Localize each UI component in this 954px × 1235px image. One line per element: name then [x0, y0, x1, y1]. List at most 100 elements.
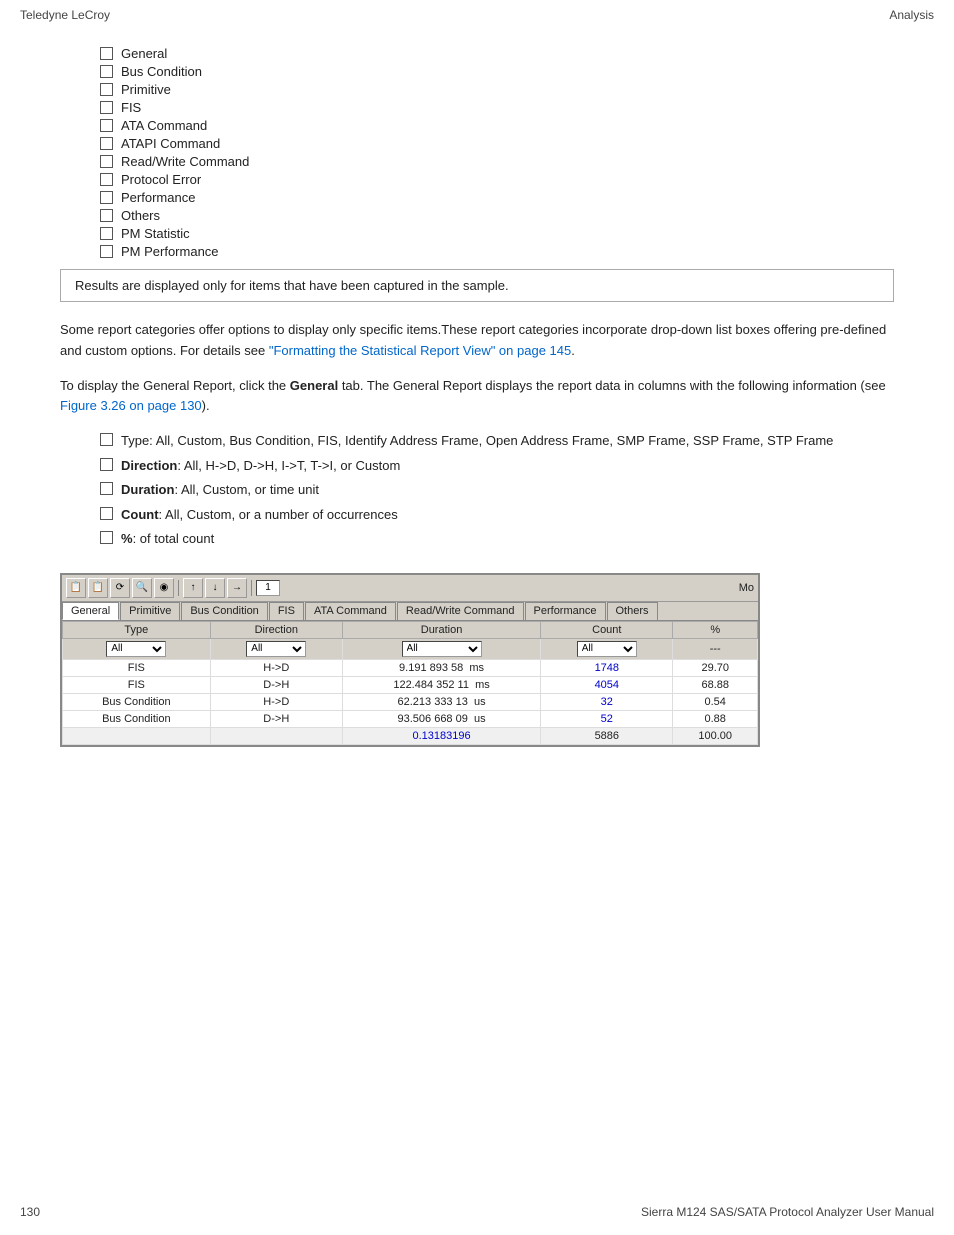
paragraph1: Some report categories offer options to …: [60, 320, 894, 362]
link-formatting[interactable]: "Formatting the Statistical Report View"…: [269, 343, 571, 358]
checkbox-icon: [100, 101, 113, 114]
col-header-direction: Direction: [210, 621, 342, 638]
checkbox-icon: [100, 83, 113, 96]
header-left: Teledyne LeCroy: [20, 8, 110, 22]
cell-type: Bus Condition: [63, 710, 211, 727]
summary-row: 0.13183196 5886 100.00: [63, 727, 758, 744]
checklist-item: Protocol Error: [100, 172, 894, 187]
cell-direction: H->D: [210, 693, 342, 710]
main-content: GeneralBus ConditionPrimitiveFISATA Comm…: [0, 26, 954, 777]
toolbar-separator: [178, 580, 179, 596]
checklist-item: Others: [100, 208, 894, 223]
checklist-item-label: FIS: [121, 100, 141, 115]
checkbox-icon: [100, 458, 113, 471]
tab-read-write-command[interactable]: Read/Write Command: [397, 602, 524, 620]
screenshot: 📋 📋 ⟳ 🔍 ◉ ↑ ↓ → Mo General Primitive Bus…: [60, 573, 760, 747]
filter-type-select[interactable]: All: [106, 641, 166, 657]
filter-count-select[interactable]: All: [577, 641, 637, 657]
toolbar-btn-target[interactable]: ◉: [154, 578, 174, 598]
bullet-list: Type: All, Custom, Bus Condition, FIS, I…: [100, 431, 894, 549]
filter-duration-select[interactable]: All: [402, 641, 482, 657]
col-header-type: Type: [63, 621, 211, 638]
cell-type: FIS: [63, 676, 211, 693]
data-table-area: Type Direction Duration Count % All: [62, 621, 758, 745]
tab-fis[interactable]: FIS: [269, 602, 304, 620]
checklist-item: General: [100, 46, 894, 61]
cell-count-summary: 5886: [541, 727, 673, 744]
col-header-pct: %: [673, 621, 758, 638]
page-header: Teledyne LeCroy Analysis: [0, 0, 954, 26]
filter-direction[interactable]: All: [210, 638, 342, 659]
cell-duration: 122.484 352 11 ms: [342, 676, 540, 693]
filter-type[interactable]: All: [63, 638, 211, 659]
cell-direction: D->H: [210, 710, 342, 727]
checklist-item-label: Bus Condition: [121, 64, 202, 79]
checklist-item-label: Primitive: [121, 82, 171, 97]
toolbar-separator2: [251, 580, 252, 596]
notice-box: Results are displayed only for items tha…: [60, 269, 894, 302]
list-item: Count: All, Custom, or a number of occur…: [100, 505, 894, 525]
checklist-item-label: PM Performance: [121, 244, 219, 259]
notice-text: Results are displayed only for items tha…: [75, 278, 509, 293]
cell-duration: 62.213 333 13 us: [342, 693, 540, 710]
list-item: %: of total count: [100, 529, 894, 549]
checkbox-icon: [100, 245, 113, 258]
cell-duration: 9.191 893 58 ms: [342, 659, 540, 676]
tab-ata-command[interactable]: ATA Command: [305, 602, 396, 620]
checklist-item: FIS: [100, 100, 894, 115]
cell-direction-summary: [210, 727, 342, 744]
list-item: Direction: All, H->D, D->H, I->T, T->I, …: [100, 456, 894, 476]
tab-others[interactable]: Others: [607, 602, 658, 620]
checkbox-icon: [100, 155, 113, 168]
toolbar-page-input[interactable]: [256, 580, 280, 596]
cell-pct-summary: 100.00: [673, 727, 758, 744]
checkbox-icon: [100, 227, 113, 240]
tab-bus-condition[interactable]: Bus Condition: [181, 602, 268, 620]
cell-duration: 93.506 668 09 us: [342, 710, 540, 727]
col-header-count: Count: [541, 621, 673, 638]
filter-pct: ---: [673, 638, 758, 659]
page-footer: 130 Sierra M124 SAS/SATA Protocol Analyz…: [0, 1199, 954, 1225]
cell-pct: 68.88: [673, 676, 758, 693]
toolbar-btn-refresh[interactable]: ⟳: [110, 578, 130, 598]
list-item: Type: All, Custom, Bus Condition, FIS, I…: [100, 431, 894, 451]
link-figure[interactable]: Figure 3.26 on page 130: [60, 398, 202, 413]
toolbar-btn-copy1[interactable]: 📋: [66, 578, 86, 598]
col-header-duration: Duration: [342, 621, 540, 638]
mo-label: Mo: [739, 582, 754, 594]
checkbox-icon: [100, 531, 113, 544]
cell-duration-summary: 0.13183196: [342, 727, 540, 744]
checkbox-icon: [100, 507, 113, 520]
toolbar-btn-search[interactable]: 🔍: [132, 578, 152, 598]
cell-count: 32: [541, 693, 673, 710]
filter-count[interactable]: All: [541, 638, 673, 659]
footer-left: 130: [20, 1205, 40, 1219]
toolbar-btn-up[interactable]: ↑: [183, 578, 203, 598]
table-row: FIS H->D 9.191 893 58 ms 1748 29.70: [63, 659, 758, 676]
checklist-item: Bus Condition: [100, 64, 894, 79]
filter-direction-select[interactable]: All: [246, 641, 306, 657]
checklist-item-label: Performance: [121, 190, 195, 205]
toolbar-btn-copy2[interactable]: 📋: [88, 578, 108, 598]
checklist-item-label: Others: [121, 208, 160, 223]
cell-direction: H->D: [210, 659, 342, 676]
checkbox-icon: [100, 47, 113, 60]
tabs-row: General Primitive Bus Condition FIS ATA …: [62, 602, 758, 621]
checklist-item-label: PM Statistic: [121, 226, 190, 241]
filter-duration[interactable]: All: [342, 638, 540, 659]
toolbar: 📋 📋 ⟳ 🔍 ◉ ↑ ↓ → Mo: [62, 575, 758, 602]
checklist-item-label: ATAPI Command: [121, 136, 220, 151]
toolbar-btn-right[interactable]: →: [227, 578, 247, 598]
checkbox-icon: [100, 209, 113, 222]
cell-type: FIS: [63, 659, 211, 676]
tab-primitive[interactable]: Primitive: [120, 602, 180, 620]
checklist-item: PM Performance: [100, 244, 894, 259]
tab-general[interactable]: General: [62, 602, 119, 620]
checklist-item: PM Statistic: [100, 226, 894, 241]
cell-pct: 0.54: [673, 693, 758, 710]
toolbar-btn-down[interactable]: ↓: [205, 578, 225, 598]
cell-count: 1748: [541, 659, 673, 676]
checkbox-icon: [100, 65, 113, 78]
tab-performance[interactable]: Performance: [525, 602, 606, 620]
table-row: Bus Condition H->D 62.213 333 13 us 32 0…: [63, 693, 758, 710]
